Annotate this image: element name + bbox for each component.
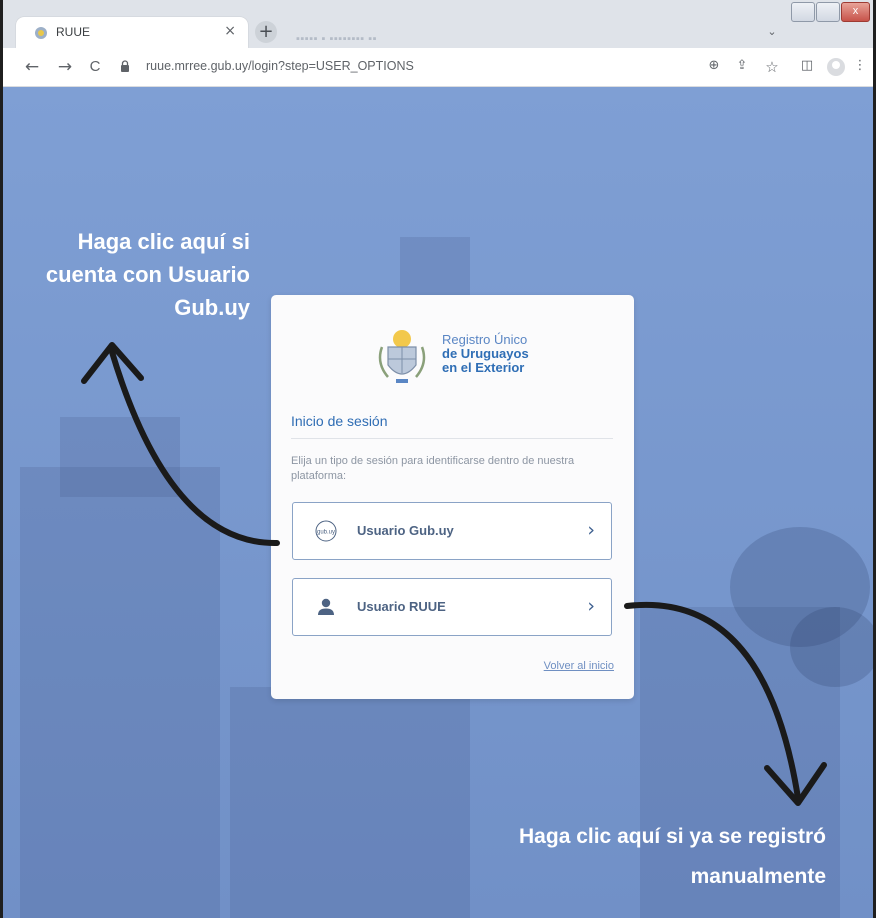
arrow-to-gubuy-annotation [109, 349, 280, 547]
arrow-to-manual-annotation [624, 601, 801, 801]
annotation-arrows [81, 342, 827, 806]
